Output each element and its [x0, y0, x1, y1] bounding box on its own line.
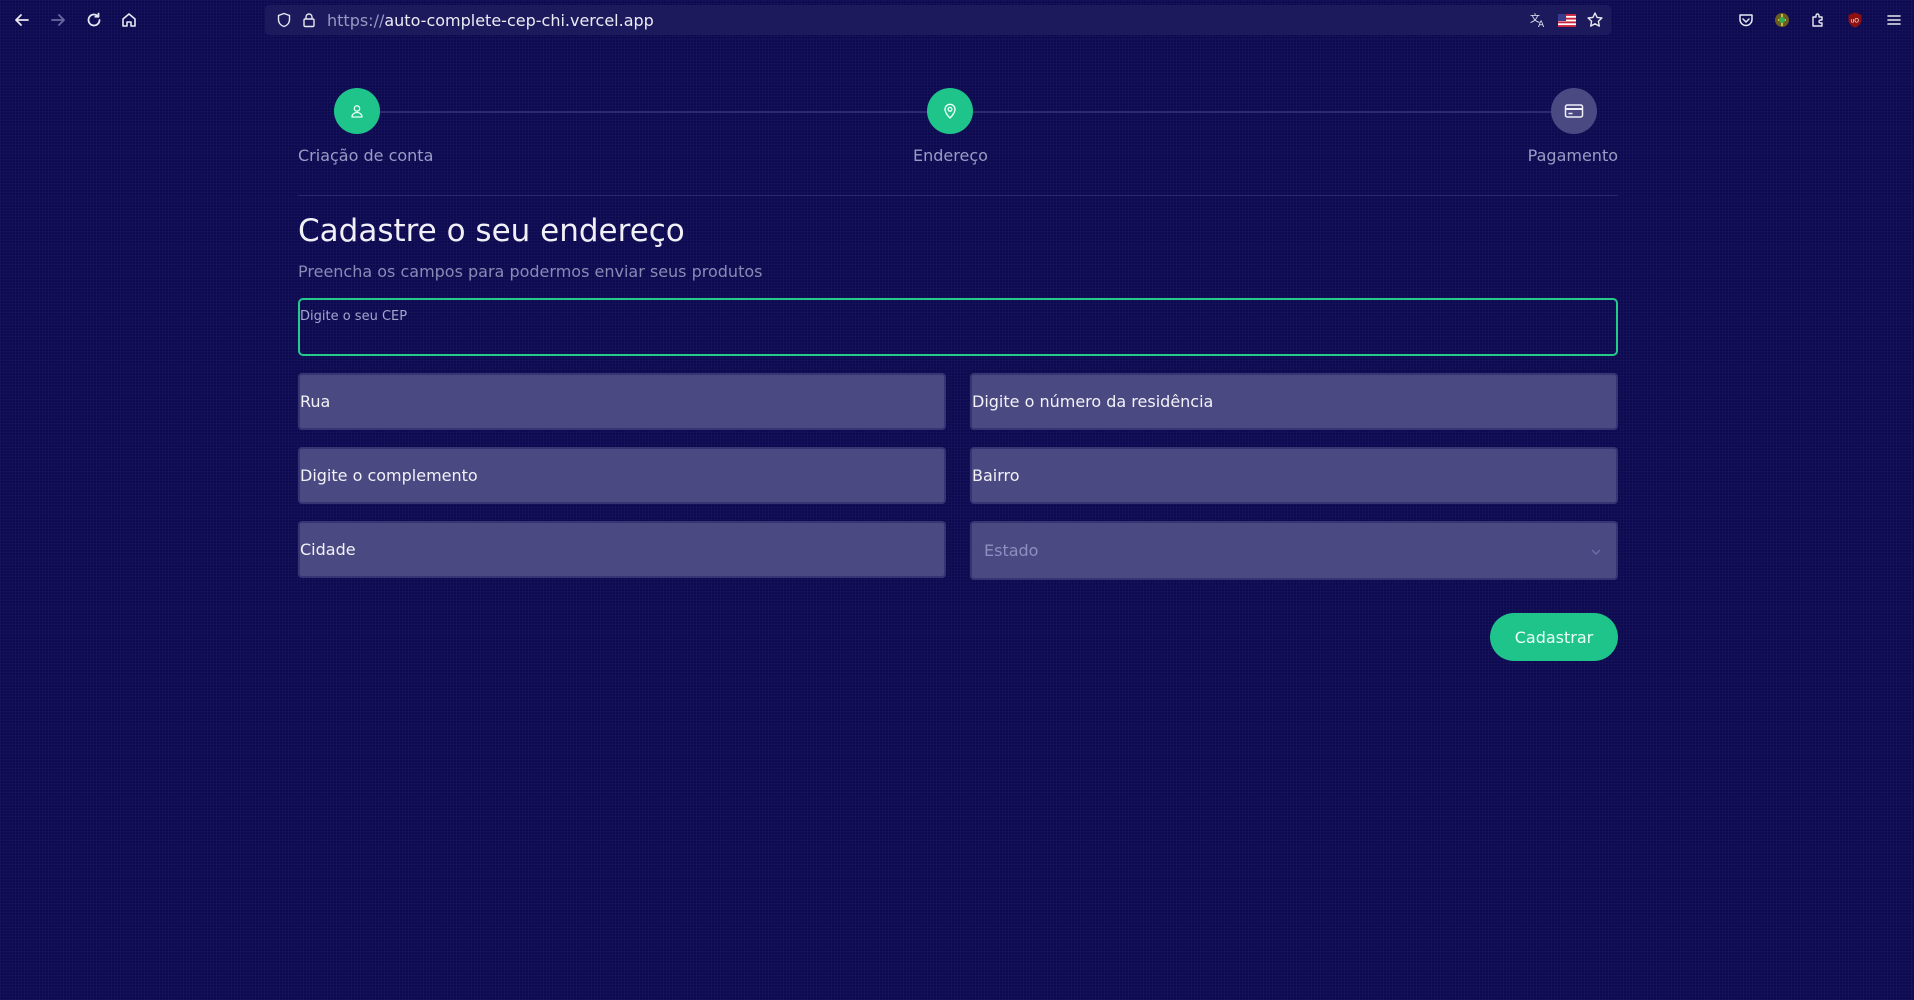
- street-field[interactable]: Rua: [298, 373, 946, 430]
- neighborhood-field-text: Bairro: [972, 466, 1020, 485]
- browser-toolbar: https://auto-complete-cep-chi.vercel.app…: [0, 0, 1914, 40]
- city-field[interactable]: Cidade: [298, 521, 946, 578]
- extension-colored-icon[interactable]: [1771, 9, 1793, 31]
- home-icon[interactable]: [117, 8, 141, 32]
- forward-icon[interactable]: [46, 8, 70, 32]
- url-scheme: https://: [327, 11, 385, 30]
- section-divider: [298, 195, 1618, 196]
- step-account: Criação de conta: [298, 88, 433, 165]
- url-bar[interactable]: https://auto-complete-cep-chi.vercel.app…: [265, 5, 1611, 35]
- step-payment: Pagamento: [1528, 88, 1618, 165]
- neighborhood-field[interactable]: Bairro: [970, 447, 1618, 504]
- back-icon[interactable]: [10, 8, 34, 32]
- svg-text:uO: uO: [1851, 18, 1860, 25]
- house-number-field-text: Digite o número da residência: [972, 392, 1214, 411]
- url-host: auto-complete-cep-chi.vercel.app: [384, 11, 654, 30]
- step-label-address: Endereço: [913, 146, 988, 165]
- city-field-text: Cidade: [300, 540, 356, 559]
- house-number-field[interactable]: Digite o número da residência: [970, 373, 1618, 430]
- step-label-account: Criação de conta: [298, 146, 434, 165]
- menu-hamburger-icon[interactable]: [1883, 9, 1905, 31]
- state-select[interactable]: Estado: [970, 521, 1618, 580]
- complement-field[interactable]: Digite o complemento: [298, 447, 946, 504]
- complement-field-text: Digite o complemento: [300, 466, 478, 485]
- step-label-payment: Pagamento: [1527, 146, 1618, 165]
- reload-icon[interactable]: [82, 8, 106, 32]
- pocket-icon[interactable]: [1735, 9, 1757, 31]
- progress-stepper: Criação de conta Endereço Pagamento: [298, 88, 1618, 168]
- street-field-text: Rua: [300, 392, 331, 411]
- page-title: Cadastre o seu endereço: [298, 213, 685, 249]
- state-select-placeholder: Estado: [984, 541, 1039, 560]
- extensions-puzzle-icon[interactable]: [1807, 9, 1829, 31]
- map-pin-icon: [927, 88, 974, 134]
- shield-icon[interactable]: [273, 9, 295, 31]
- ublock-icon[interactable]: uO: [1844, 9, 1866, 31]
- page-subtitle: Preencha os campos para podermos enviar …: [298, 262, 763, 281]
- chevron-down-icon: [1590, 543, 1602, 562]
- url-text[interactable]: https://auto-complete-cep-chi.vercel.app: [327, 11, 654, 30]
- lock-icon[interactable]: [298, 9, 320, 31]
- credit-card-icon: [1551, 88, 1597, 134]
- bookmark-star-icon[interactable]: [1584, 9, 1606, 31]
- translate-icon[interactable]: 文A: [1527, 9, 1549, 31]
- svg-text:A: A: [1538, 20, 1545, 29]
- step-address: Endereço: [913, 88, 988, 165]
- us-flag-icon[interactable]: [1556, 9, 1578, 31]
- submit-button[interactable]: Cadastrar: [1490, 613, 1618, 661]
- user-icon: [334, 88, 380, 134]
- cep-input[interactable]: Digite o seu CEP: [298, 298, 1618, 356]
- cep-label: Digite o seu CEP: [300, 309, 408, 324]
